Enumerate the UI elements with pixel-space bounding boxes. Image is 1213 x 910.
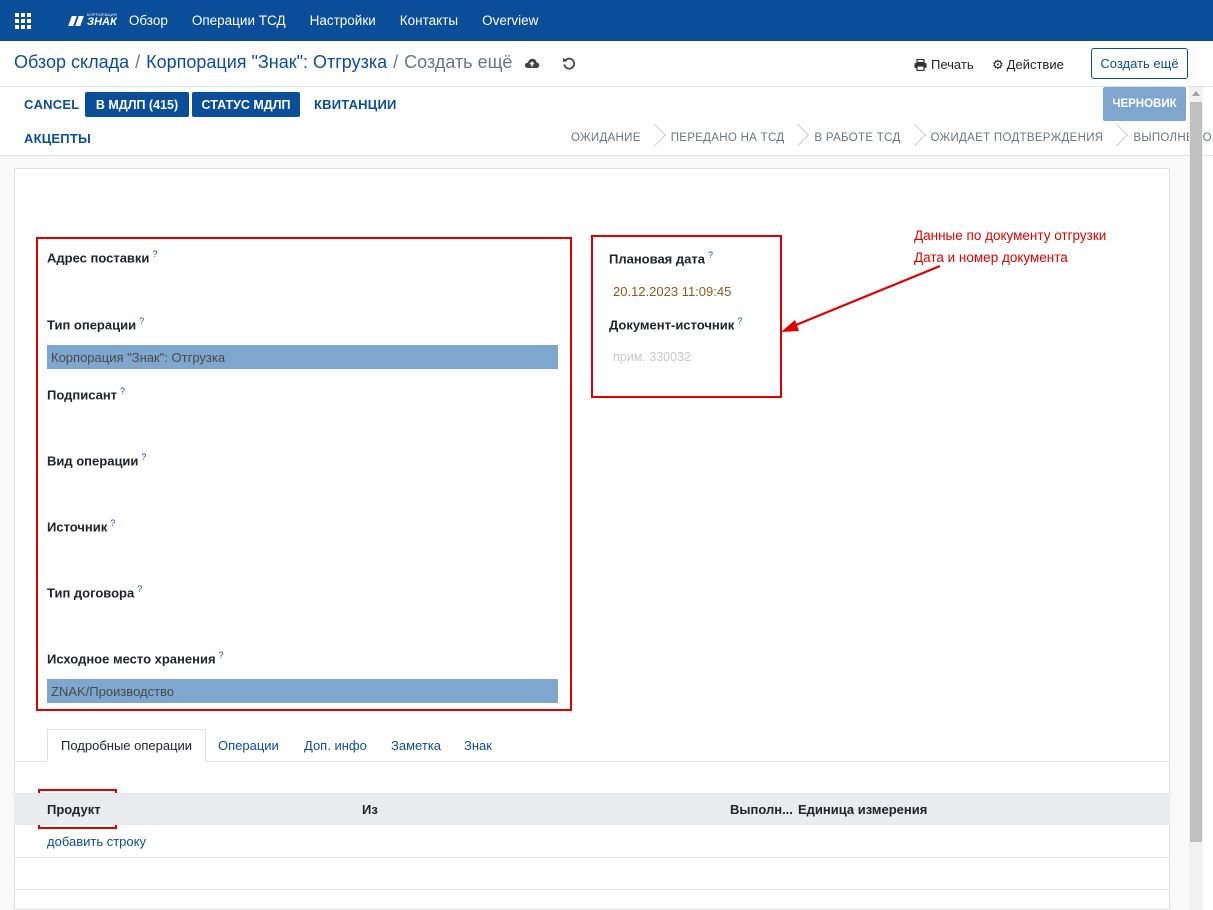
printer-icon [914, 58, 927, 71]
stage-item[interactable]: ОЖИДАНИЕ [571, 124, 671, 152]
main-menu: Обзор Операции ТСД Настройки Контакты Ov… [129, 13, 563, 28]
status-stages: ОЖИДАНИЕ ПЕРЕДАНО НА ТСД В РАБОТЕ ТСД ОЖ… [560, 124, 1212, 152]
breadcrumb-item-operation-type[interactable]: Корпорация "Знак": Отгрузка [146, 52, 387, 73]
table-row [14, 858, 1170, 890]
table-header: Продукт Из Выполн... Единица измерения [14, 793, 1170, 825]
action-button[interactable]: ⚙ Действие [992, 57, 1064, 72]
breadcrumb-current: Создать ещё [404, 52, 513, 72]
stage-label: ПЕРЕДАНО НА ТСД [670, 132, 785, 144]
tab-note[interactable]: Заметка [391, 729, 441, 762]
column-header-unit[interactable]: Единица измерения [798, 802, 927, 817]
annotation-arrow-icon [781, 264, 941, 332]
menu-item-tsd-operations[interactable]: Операции ТСД [192, 13, 286, 28]
stage-label: В РАБОТЕ ТСД [814, 132, 901, 144]
tab-znak[interactable]: Знак [464, 729, 492, 762]
logo-mark-icon [68, 15, 84, 27]
brand-logo[interactable]: КОРПОРАЦИЯ ЗНАК [68, 13, 117, 28]
notebook-tabs: Подробные операции Операции Доп. инфо За… [14, 729, 1170, 762]
tab-additional-info[interactable]: Доп. инфо [304, 729, 367, 762]
column-header-product[interactable]: Продукт [47, 802, 101, 817]
print-button[interactable]: Печать [914, 57, 974, 72]
gear-icon: ⚙ [992, 57, 1004, 72]
tab-detailed-operations[interactable]: Подробные операции [47, 729, 207, 762]
column-header-done[interactable]: Выполн... [730, 802, 793, 817]
stage-label: ОЖИДАНИЕ [571, 132, 641, 144]
control-panel: Обзор склада / Корпорация "Знак": Отгруз… [0, 41, 1213, 87]
logo-big-text: ЗНАК [87, 16, 117, 28]
menu-item-overview-ru[interactable]: Обзор [129, 13, 168, 28]
cloud-upload-icon[interactable] [524, 56, 540, 70]
tab-operations[interactable]: Операции [218, 729, 279, 762]
vertical-scrollbar[interactable] [1189, 87, 1203, 910]
cancel-button[interactable]: CANCEL [24, 97, 79, 112]
chevron-right-icon [1113, 124, 1123, 152]
action-label: Действие [1006, 57, 1064, 72]
menu-item-contacts[interactable]: Контакты [400, 13, 458, 28]
send-to-mdlp-button[interactable]: В МДЛП (415) [85, 92, 189, 117]
breadcrumb-item-warehouse[interactable]: Обзор склада [14, 52, 129, 73]
stage-label: ОЖИДАЕТ ПОДТВЕРЖДЕНИЯ [930, 132, 1104, 144]
stage-item[interactable]: ОЖИДАЕТ ПОДТВЕРЖДЕНИЯ [931, 124, 1134, 152]
accepts-button[interactable]: АКЦЕПТЫ [24, 131, 91, 146]
table-row: добавить строку [14, 825, 1170, 858]
chevron-right-icon [911, 124, 921, 152]
receipts-button[interactable]: КВИТАНЦИИ [314, 97, 397, 112]
breadcrumb: Обзор склада / Корпорация "Знак": Отгруз… [14, 52, 512, 73]
chevron-right-icon [794, 124, 804, 152]
highlight-box-left-group [36, 237, 572, 711]
create-another-button[interactable]: Создать ещё [1091, 48, 1188, 79]
print-label: Печать [931, 57, 974, 72]
mdlp-status-button[interactable]: СТАТУС МДЛП [192, 92, 300, 117]
highlight-box-right-group [591, 235, 782, 398]
stage-item[interactable]: В РАБОТЕ ТСД [814, 124, 930, 152]
scroll-up-arrow-icon[interactable] [1192, 91, 1200, 96]
scroll-thumb[interactable] [1190, 102, 1202, 842]
chevron-right-icon [651, 124, 661, 152]
status-badge-draft[interactable]: ЧЕРНОВИК [1103, 87, 1186, 121]
apps-grid-icon[interactable] [15, 12, 31, 29]
add-line-link[interactable]: добавить строку [47, 834, 146, 849]
menu-item-overview[interactable]: Overview [482, 13, 538, 28]
form-statusbar: CANCEL В МДЛП (415) СТАТУС МДЛП КВИТАНЦИ… [0, 87, 1213, 156]
breadcrumb-separator: / [135, 52, 141, 72]
annotation-line-1: Данные по документу отгрузки [914, 228, 1107, 243]
stage-item[interactable]: ПЕРЕДАНО НА ТСД [671, 124, 815, 152]
discard-icon[interactable] [562, 56, 576, 70]
column-header-from[interactable]: Из [362, 802, 378, 817]
top-navbar: КОРПОРАЦИЯ ЗНАК Обзор Операции ТСД Настр… [0, 0, 1213, 41]
menu-item-settings[interactable]: Настройки [310, 13, 376, 28]
breadcrumb-separator: / [393, 52, 399, 72]
